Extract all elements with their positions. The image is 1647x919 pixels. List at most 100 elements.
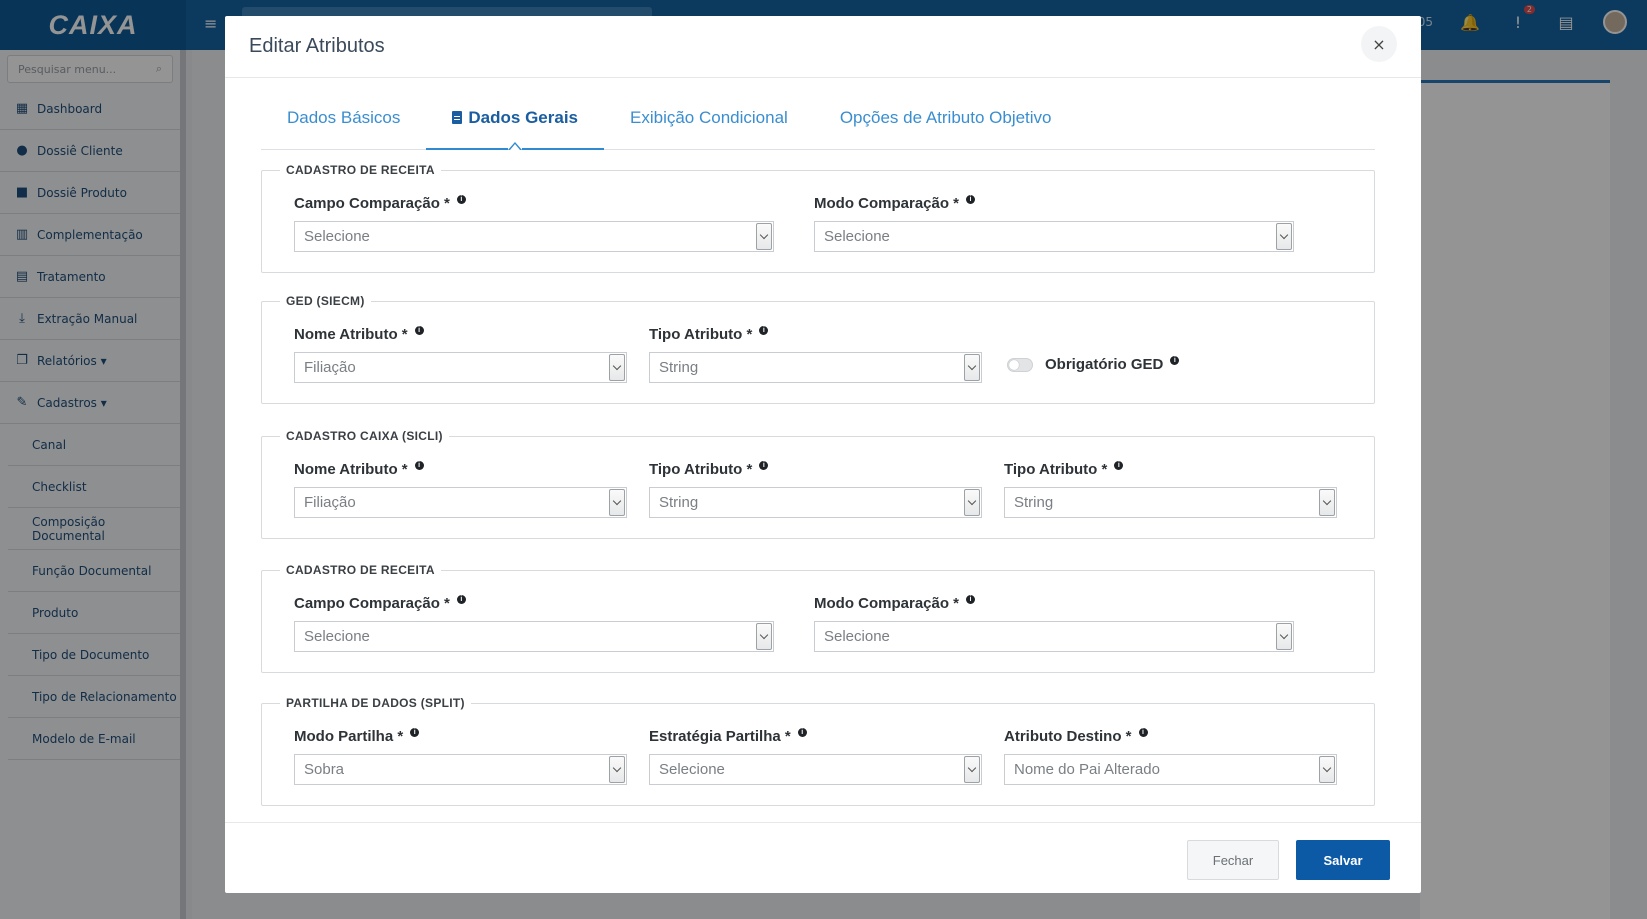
sicli-tipo-atributo-2-field: Tipo Atributo * i String	[1004, 461, 1337, 518]
campo-comparacao-field: Campo Comparação * i Selecione	[294, 195, 774, 252]
info-icon[interactable]: i	[759, 326, 769, 335]
field-label: Modo Comparação * i	[814, 595, 1294, 612]
chevron-down-icon	[756, 623, 772, 650]
chevron-down-icon	[964, 756, 980, 783]
chevron-down-icon	[964, 489, 980, 516]
fechar-button[interactable]: Fechar	[1187, 840, 1279, 880]
field-label-text: Nome Atributo *	[294, 326, 408, 343]
tab-opcoes-atributo-objetivo[interactable]: Opções de Atributo Objetivo	[814, 94, 1078, 150]
info-icon[interactable]: i	[1114, 461, 1124, 470]
select-value: Filiação	[304, 494, 356, 511]
field-label: Tipo Atributo * i	[649, 461, 982, 478]
info-icon[interactable]: i	[1138, 728, 1148, 737]
field-label: Modo Partilha * i	[294, 728, 627, 745]
select-value: Selecione	[304, 228, 370, 245]
field-label: Nome Atributo * i	[294, 461, 627, 478]
field-label-text: Modo Partilha *	[294, 728, 404, 745]
info-icon[interactable]: i	[797, 728, 807, 737]
ged-tipo-atributo-select[interactable]: String	[649, 352, 982, 383]
estrategia-partilha-select[interactable]: Selecione	[649, 754, 982, 785]
ged-tipo-atributo-field: Tipo Atributo * i String	[649, 326, 982, 383]
field-label-text: Campo Comparação *	[294, 195, 450, 212]
modo-comparacao-field: Modo Comparação * i Selecione	[814, 195, 1294, 252]
modo-partilha-select[interactable]: Sobra	[294, 754, 627, 785]
select-value: Selecione	[824, 228, 890, 245]
field-label-text: Tipo Atributo *	[1004, 461, 1108, 478]
modo-partilha-field: Modo Partilha * i Sobra	[294, 728, 627, 785]
field-label: Estratégia Partilha * i	[649, 728, 982, 745]
section-ged-siecm: GED (SIECM) Nome Atributo * i Filiação Ti…	[261, 294, 1375, 404]
tab-dados-gerais[interactable]: Dados Gerais	[426, 94, 604, 150]
sicli-tipo-atributo-2-select[interactable]: String	[1004, 487, 1337, 518]
modo-comparacao-select[interactable]: Selecione	[814, 221, 1294, 252]
section-legend: CADASTRO DE RECEITA	[286, 563, 435, 577]
modo-comparacao-2-select[interactable]: Selecione	[814, 621, 1294, 652]
sicli-tipo-atributo-select[interactable]: String	[649, 487, 982, 518]
field-label-text: Obrigatório GED	[1045, 356, 1164, 373]
info-icon[interactable]: i	[1170, 356, 1180, 365]
section-cadastro-receita: CADASTRO DE RECEITA Campo Comparação * i …	[261, 163, 1375, 273]
tab-dados-basicos[interactable]: Dados Básicos	[261, 94, 426, 150]
obrigatorio-ged-toggle[interactable]	[1007, 357, 1033, 372]
select-value: String	[659, 359, 699, 376]
chevron-down-icon	[609, 489, 625, 516]
ged-nome-atributo-field: Nome Atributo * i Filiação	[294, 326, 627, 383]
field-label: Atributo Destino * i	[1004, 728, 1337, 745]
chevron-down-icon	[756, 223, 772, 250]
modo-comparacao-2-field: Modo Comparação * i Selecione	[814, 595, 1294, 652]
field-label: Campo Comparação * i	[294, 195, 774, 212]
tab-label: Dados Básicos	[287, 108, 401, 127]
section-cadastro-caixa-sicli: CADASTRO CAIXA (SICLI) Nome Atributo * i …	[261, 429, 1375, 539]
chevron-down-icon	[609, 756, 625, 783]
section-legend: CADASTRO CAIXA (SICLI)	[286, 429, 443, 443]
section-legend: PARTILHA DE DADOS (SPLIT)	[286, 696, 465, 710]
field-label-text: Modo Comparação *	[814, 195, 960, 212]
field-label: Tipo Atributo * i	[649, 326, 982, 343]
field-label-text: Estratégia Partilha *	[649, 728, 791, 745]
atributo-destino-select[interactable]: Nome do Pai Alterado	[1004, 754, 1337, 785]
chevron-down-icon	[609, 354, 625, 381]
section-cadastro-receita-2: CADASTRO DE RECEITA Campo Comparação * i …	[261, 563, 1375, 673]
info-icon[interactable]: i	[410, 728, 420, 737]
tab-exibicao-condicional[interactable]: Exibição Condicional	[604, 94, 814, 150]
salvar-button[interactable]: Salvar	[1296, 840, 1390, 880]
tab-label: Opções de Atributo Objetivo	[839, 108, 1052, 127]
section-partilha-dados-split: PARTILHA DE DADOS (SPLIT) Modo Partilha …	[261, 696, 1375, 806]
select-value: String	[659, 494, 699, 511]
campo-comparacao-select[interactable]: Selecione	[294, 221, 774, 252]
field-label-text: Campo Comparação *	[294, 595, 450, 612]
info-icon[interactable]: i	[414, 326, 424, 335]
field-label-text: Modo Comparação *	[814, 595, 960, 612]
field-label: Obrigatório GED i	[1045, 356, 1180, 373]
tab-bar: Dados Básicos Dados Gerais Exibição Cond…	[261, 94, 1375, 150]
close-icon[interactable]: ×	[1361, 26, 1397, 62]
modal-header: Editar Atributos ×	[225, 16, 1421, 78]
field-label-text: Tipo Atributo *	[649, 326, 753, 343]
info-icon[interactable]: i	[456, 195, 466, 204]
field-label: Tipo Atributo * i	[1004, 461, 1337, 478]
campo-comparacao-2-field: Campo Comparação * i Selecione	[294, 595, 774, 652]
ged-nome-atributo-select[interactable]: Filiação	[294, 352, 627, 383]
section-legend: CADASTRO DE RECEITA	[286, 163, 435, 177]
select-value: Selecione	[659, 761, 725, 778]
tab-label: Exibição Condicional	[630, 108, 788, 127]
tab-label: Dados Gerais	[468, 108, 578, 127]
sicli-nome-atributo-select[interactable]: Filiação	[294, 487, 627, 518]
info-icon[interactable]: i	[966, 195, 976, 204]
info-icon[interactable]: i	[456, 595, 466, 604]
select-value: Nome do Pai Alterado	[1014, 761, 1160, 778]
modal-footer: Fechar Salvar	[225, 822, 1421, 893]
chevron-down-icon	[1319, 489, 1335, 516]
obrigatorio-ged-toggle-group: Obrigatório GED i	[1007, 356, 1180, 373]
info-icon[interactable]: i	[414, 461, 424, 470]
select-value: Filiação	[304, 359, 356, 376]
campo-comparacao-2-select[interactable]: Selecione	[294, 621, 774, 652]
select-value: Sobra	[304, 761, 345, 778]
info-icon[interactable]: i	[759, 461, 769, 470]
select-value: Selecione	[304, 628, 370, 645]
info-icon[interactable]: i	[966, 595, 976, 604]
estrategia-partilha-field: Estratégia Partilha * i Selecione	[649, 728, 982, 785]
select-value: String	[1014, 494, 1054, 511]
section-legend: GED (SIECM)	[286, 294, 365, 308]
chevron-down-icon	[1276, 623, 1292, 650]
